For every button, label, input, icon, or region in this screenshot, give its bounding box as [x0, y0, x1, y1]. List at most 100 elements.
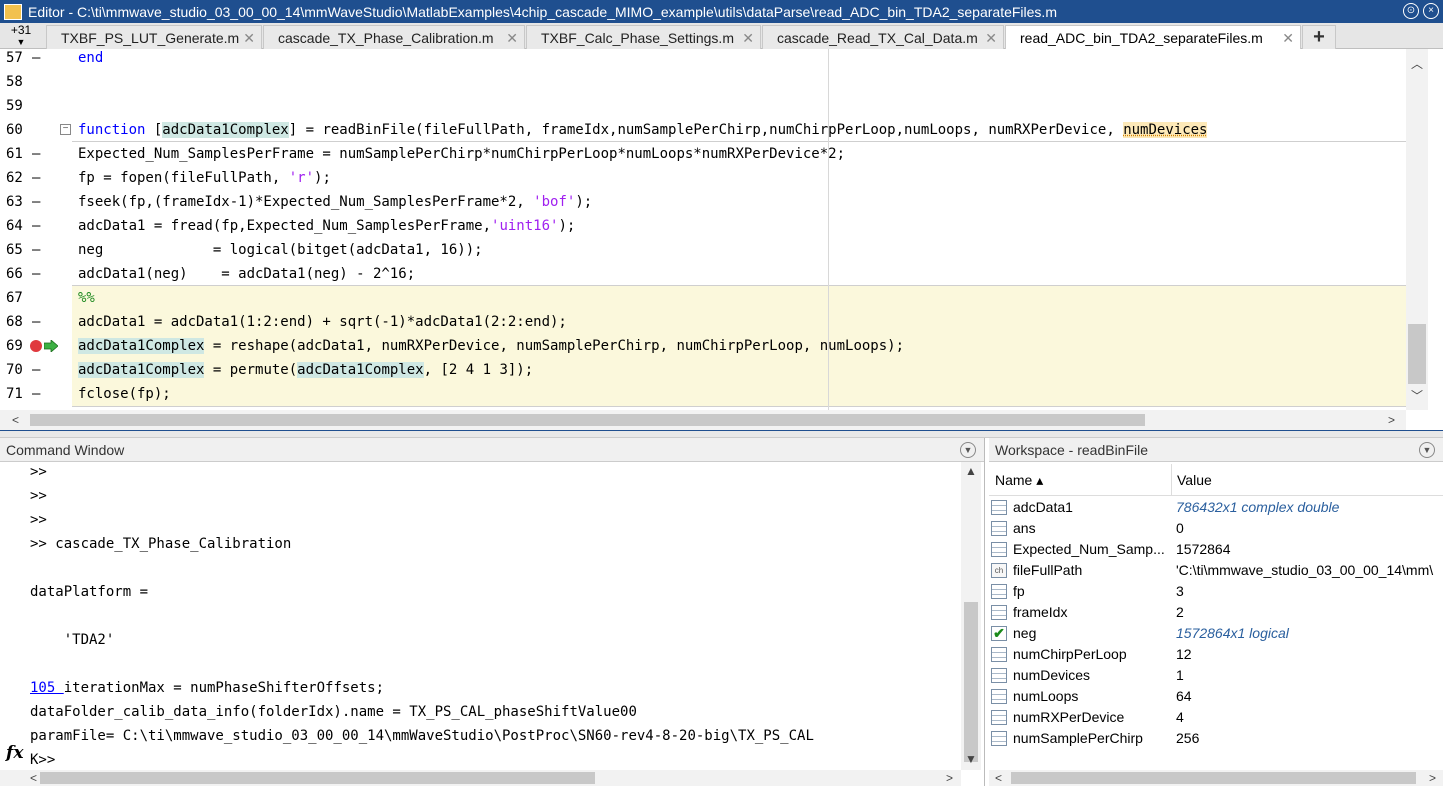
workspace-row[interactable]: numSamplePerChirp 256 [989, 728, 1443, 749]
prompt-line: >> [30, 464, 47, 480]
matrix-icon [991, 710, 1007, 725]
workspace-row[interactable]: numRXPerDevice 4 [989, 707, 1443, 728]
panel-menu-icon[interactable]: ▼ [1419, 442, 1435, 458]
fold-toggle-icon[interactable]: − [60, 124, 71, 135]
scroll-up-icon[interactable]: ▲ [965, 464, 977, 478]
open-files-count: +31 [10, 23, 32, 37]
matrix-icon [991, 521, 1007, 536]
debug-prompt[interactable]: K>> [30, 748, 55, 770]
scroll-thumb[interactable] [964, 602, 978, 762]
workspace-horizontal-scrollbar[interactable]: < > [989, 770, 1443, 786]
scroll-right-icon[interactable]: > [1429, 771, 1436, 785]
scroll-left-icon[interactable]: < [12, 413, 19, 427]
column-header-name[interactable]: Name ▴ [995, 472, 1043, 489]
scroll-down-icon[interactable]: ﹀ [1411, 387, 1423, 404]
scroll-thumb[interactable] [30, 414, 1145, 426]
column-header-value[interactable]: Value [1177, 472, 1212, 488]
workspace-row[interactable]: numDevices 1 [989, 665, 1443, 686]
line-number-gutter: 57– 58 59 60 61– 62– 63– 64– 65– 66– 67 … [0, 49, 60, 410]
line-number-link[interactable]: 105 [30, 680, 64, 696]
command-vertical-scrollbar[interactable]: ▲ ▼ [961, 462, 981, 770]
new-tab-button[interactable]: + [1302, 25, 1336, 49]
close-icon[interactable]: ✕ [1282, 30, 1294, 47]
line-number: 70– [6, 362, 41, 378]
matrix-icon [991, 647, 1007, 662]
tab-label: TXBF_Calc_Phase_Settings.m [541, 29, 734, 46]
scroll-right-icon[interactable]: > [1388, 413, 1395, 427]
workspace-header: Workspace - readBinFile ▼ [989, 438, 1443, 462]
workspace-panel[interactable]: Workspace - readBinFile ▼ Name ▴ Value a… [989, 438, 1443, 786]
code-line-61: Expected_Num_SamplesPerFrame = numSample… [78, 146, 846, 162]
scroll-up-icon[interactable]: ︿ [1411, 55, 1423, 72]
workspace-row[interactable]: fp 3 [989, 581, 1443, 602]
code-line-70: adcData1Complex = permute(adcData1Comple… [78, 362, 534, 378]
output-line: dataPlatform = [30, 584, 149, 600]
workspace-row[interactable]: ✔ neg 1572864x1 logical [989, 623, 1443, 644]
tab-read-adc-bin-tda2-separatefiles[interactable]: read_ADC_bin_TDA2_separateFiles.m ✕ [1005, 25, 1301, 50]
workspace-row[interactable]: Expected_Num_Samp... 1572864 [989, 539, 1443, 560]
matrix-icon [991, 668, 1007, 683]
char-array-icon: ch [991, 563, 1007, 578]
scroll-right-icon[interactable]: > [946, 771, 953, 785]
scroll-thumb[interactable] [1011, 772, 1416, 784]
breakpoint-icon[interactable] [30, 340, 42, 352]
panel-splitter[interactable] [0, 430, 1443, 438]
matrix-icon [991, 605, 1007, 620]
close-icon[interactable]: ✕ [742, 30, 754, 47]
editor-vertical-scrollbar[interactable]: ︿ ﹀ [1406, 49, 1428, 410]
scroll-thumb[interactable] [40, 772, 595, 784]
code-line-71: fclose(fp); [78, 386, 171, 402]
output-line: paramFile= C:\ti\mmwave_studio_03_00_00_… [30, 728, 814, 744]
command-window-header: Command Window ▼ [0, 438, 984, 462]
function-browser-icon[interactable]: fx [6, 743, 23, 763]
workspace-row[interactable]: adcData1 786432x1 complex double [989, 497, 1443, 518]
code-editor[interactable]: 57– 58 59 60 61– 62– 63– 64– 65– 66– 67 … [0, 49, 1443, 430]
cell-divider [72, 406, 1406, 407]
code-analyzer-strip[interactable] [1428, 49, 1443, 410]
workspace-row[interactable]: ans 0 [989, 518, 1443, 539]
matrix-icon [991, 542, 1007, 557]
prompt-line: >> [30, 512, 47, 528]
code-line-57: end [78, 50, 104, 66]
tab-cascade-read-tx-cal-data[interactable]: cascade_Read_TX_Cal_Data.m ✕ [762, 25, 1004, 49]
tab-label: cascade_TX_Phase_Calibration.m [278, 29, 494, 46]
code-line-62: fp = fopen(fileFullPath, 'r'); [78, 170, 331, 186]
command-output[interactable]: >> >> >> >> cascade_TX_Phase_Calibration… [30, 460, 960, 770]
scroll-left-icon[interactable]: < [995, 771, 1002, 785]
scroll-down-icon[interactable]: ▼ [965, 752, 977, 766]
matrix-icon [991, 500, 1007, 515]
column-separator[interactable] [1171, 464, 1172, 496]
window-close-icon[interactable]: × [1423, 3, 1439, 19]
workspace-row[interactable]: ch fileFullPath 'C:\ti\mmwave_studio_03_00… [989, 560, 1443, 581]
window-menu-icon[interactable]: ⊙ [1403, 3, 1419, 19]
workspace-row[interactable]: numChirpPerLoop 12 [989, 644, 1443, 665]
workspace-row[interactable]: frameIdx 2 [989, 602, 1443, 623]
tab-txbf-ps-lut-generate[interactable]: TXBF_PS_LUT_Generate.m ✕ [46, 25, 262, 49]
line-number: 60 [6, 122, 23, 138]
matrix-icon [991, 689, 1007, 704]
command-horizontal-scrollbar[interactable]: < > [0, 770, 961, 786]
code-line-64: adcData1 = fread(fp,Expected_Num_Samples… [78, 218, 576, 234]
output-line: 'TDA2' [30, 632, 115, 648]
workspace-column-headers: Name ▴ Value [989, 464, 1443, 496]
line-number: 66– [6, 266, 41, 282]
scroll-left-icon[interactable]: < [30, 771, 37, 785]
close-icon[interactable]: ✕ [243, 30, 255, 47]
code-area[interactable]: end function [adcData1Complex] = readBin… [72, 49, 1406, 410]
scroll-thumb[interactable] [1408, 324, 1426, 384]
command-window[interactable]: Command Window ▼ >> >> >> >> cascade_TX_… [0, 438, 985, 786]
editor-horizontal-scrollbar[interactable]: < > [0, 410, 1406, 430]
panel-menu-icon[interactable]: ▼ [960, 442, 976, 458]
output-line: dataFolder_calib_data_info(folderIdx).na… [30, 704, 637, 720]
close-icon[interactable]: ✕ [506, 30, 518, 47]
open-files-button[interactable]: +31 ▼ [4, 24, 38, 48]
line-number: 62– [6, 170, 41, 186]
editor-app-icon [4, 3, 22, 20]
tab-cascade-tx-phase-calibration[interactable]: cascade_TX_Phase_Calibration.m ✕ [263, 25, 525, 49]
tab-txbf-calc-phase-settings[interactable]: TXBF_Calc_Phase_Settings.m ✕ [526, 25, 761, 49]
window-titlebar: Editor - C:\ti\mmwave_studio_03_00_00_14… [0, 0, 1443, 23]
code-line-63: fseek(fp,(frameIdx-1)*Expected_Num_Sampl… [78, 194, 593, 210]
close-icon[interactable]: ✕ [985, 30, 997, 47]
line-number: 61– [6, 146, 41, 162]
workspace-row[interactable]: numLoops 64 [989, 686, 1443, 707]
